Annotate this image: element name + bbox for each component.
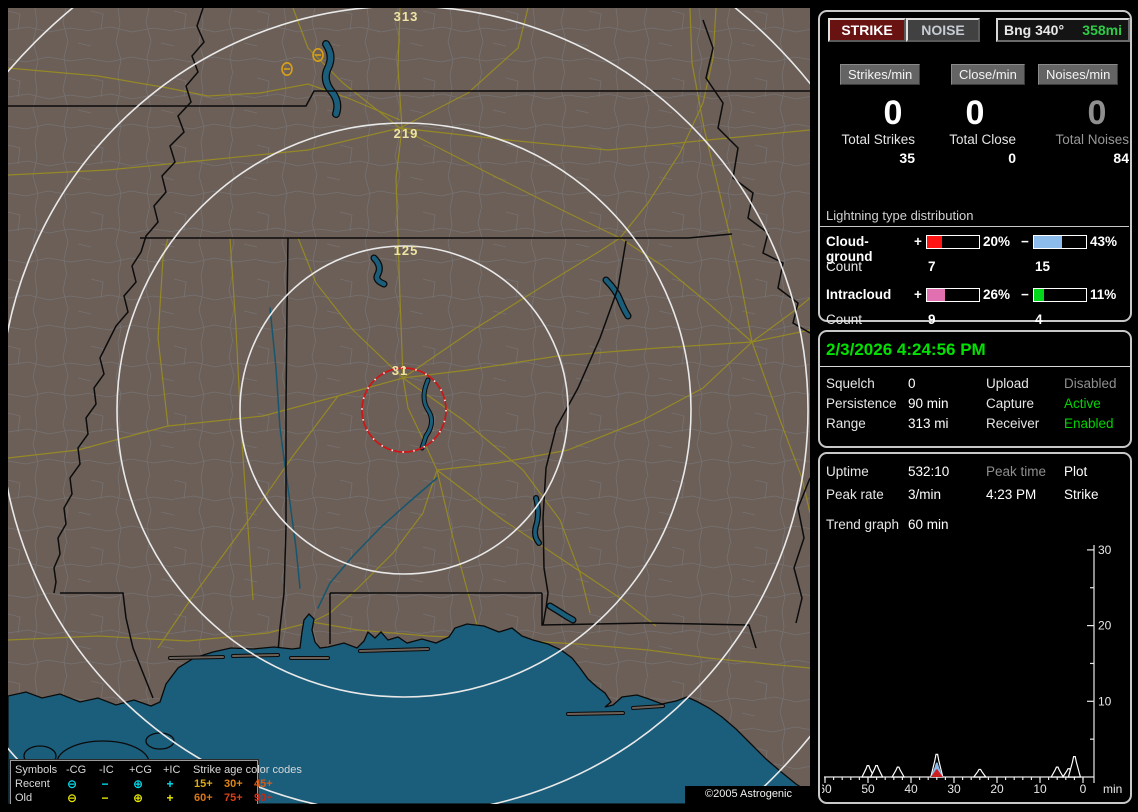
plot-mode-label: Plot — [1064, 464, 1088, 479]
uptime-label: Uptime — [826, 464, 869, 479]
recent-pic-icon: + — [166, 777, 174, 791]
ic-negative-bar — [1033, 288, 1087, 302]
svg-text:20: 20 — [990, 782, 1004, 796]
capture-status: Active — [1064, 396, 1101, 411]
old-pic-icon: + — [166, 791, 174, 804]
svg-text:40: 40 — [904, 782, 918, 796]
svg-text:0: 0 — [1080, 782, 1087, 796]
strikes-per-min-value: 0 — [883, 94, 903, 132]
recent-ncg-icon: ⊖ — [66, 777, 78, 791]
receiver-label: Receiver — [986, 416, 1040, 431]
ring-label-313: 313 — [394, 9, 419, 24]
svg-text:60: 60 — [822, 782, 832, 796]
svg-text:30: 30 — [947, 782, 961, 796]
total-noises: Total Noises 84 — [1055, 132, 1129, 166]
trend-peak-strikes-total — [1050, 766, 1065, 778]
age-30: 30+ — [224, 778, 243, 790]
cg-negative-bar — [1033, 235, 1087, 249]
trend-peak-strikes-total — [1067, 755, 1082, 778]
lightning-map[interactable]: 313 219 125 31 Symbols -CG -IC +CG +IC S… — [8, 8, 810, 804]
squelch-label: Squelch — [826, 376, 875, 391]
noises-per-min-value: 0 — [1087, 94, 1107, 132]
receiver-status: Enabled — [1064, 416, 1114, 431]
bearing-label: Bng 340° — [1004, 22, 1065, 38]
upload-status: Disabled — [1064, 376, 1117, 391]
peak-time-value: 4:23 PM — [986, 487, 1037, 502]
bearing-display: Bng 340° 358mi — [996, 18, 1130, 42]
ring-label-219: 219 — [394, 126, 419, 141]
legend-col-pcg: +CG — [129, 764, 152, 776]
upload-label: Upload — [986, 376, 1029, 391]
legend-col-nic: -IC — [99, 764, 114, 776]
old-ncg-icon: ⊖ — [66, 791, 78, 804]
copyright-notice: ©2005 Astrogenic Systems — [685, 786, 810, 804]
legend-row-old: Old — [15, 792, 33, 804]
stats-section: STRIKE NOISE Bng 340° 358mi Strikes/min … — [818, 10, 1132, 327]
old-nic-icon: − — [101, 791, 109, 804]
capture-label: Capture — [986, 396, 1035, 411]
legend-row-recent: Recent — [15, 778, 50, 790]
uptime-value: 532:10 — [908, 464, 950, 479]
peak-rate-label: Peak rate — [826, 487, 884, 502]
ring-label-31: 31 — [392, 363, 408, 378]
age-90: 90+ — [254, 792, 273, 804]
cg-positive-bar — [926, 235, 980, 249]
persistence-label: Persistence — [826, 396, 897, 411]
svg-text:min: min — [1103, 782, 1122, 796]
recent-nic-icon: − — [101, 777, 109, 791]
strike-toggle-button[interactable]: STRIKE — [828, 18, 906, 42]
ic-positive-bar — [926, 288, 980, 302]
map-canvas: 313 219 125 31 — [8, 8, 810, 804]
peak-rate-value: 3/min — [908, 487, 942, 502]
age-60: 60+ — [194, 792, 213, 804]
current-datetime: 2/3/2026 4:24:56 PM — [826, 340, 986, 359]
close-per-min-value: 0 — [965, 94, 985, 132]
divider — [820, 366, 1130, 367]
close-per-min-chip: Close/min — [951, 64, 1025, 85]
trend-peak-strikes-total — [869, 765, 884, 778]
persistence-value: 90 min — [908, 396, 949, 411]
svg-text:50: 50 — [861, 782, 875, 796]
trend-section: Uptime 532:10 Peak time Plot Peak rate 3… — [818, 452, 1132, 804]
age-75: 75+ — [224, 792, 243, 804]
age-15: 15+ — [194, 778, 213, 790]
ring-label-125: 125 — [394, 243, 419, 258]
status-section: 2/3/2026 4:24:56 PM Squelch 0 Upload Dis… — [818, 330, 1132, 448]
noises-per-min-chip: Noises/min — [1038, 64, 1119, 85]
squelch-value: 0 — [908, 376, 916, 391]
legend-col-pic: +IC — [163, 764, 181, 776]
trend-graph-window: 60 min — [908, 517, 949, 532]
trend-graph-label: Trend graph — [826, 517, 900, 532]
plot-mode-value: Strike — [1064, 487, 1099, 502]
peak-time-label: Peak time — [986, 464, 1047, 479]
strikes-per-min-chip: Strikes/min — [840, 64, 921, 85]
strike-trend-chart: 60 50 40 30 20 10 0 min 10 20 30 — [822, 543, 1122, 796]
legend-col-ncg: -CG — [66, 764, 87, 776]
svg-text:10: 10 — [1033, 782, 1047, 796]
svg-text:20: 20 — [1098, 619, 1112, 633]
range-value: 313 mi — [908, 416, 949, 431]
distribution-title: Lightning type distribution — [826, 208, 974, 223]
trend-peak-strikes-total — [972, 768, 987, 778]
total-close: Total Close 0 — [949, 132, 1016, 166]
bearing-range: 358mi — [1082, 22, 1122, 38]
svg-text:10: 10 — [1098, 694, 1112, 708]
old-pcg-icon: ⊕ — [132, 791, 144, 804]
divider — [820, 226, 1129, 227]
total-strikes: Total Strikes 35 — [841, 132, 915, 166]
legend-age-header: Strike age color codes — [193, 764, 302, 776]
symbols-legend: Symbols -CG -IC +CG +IC Strike age color… — [10, 760, 302, 804]
noise-toggle-button[interactable]: NOISE — [906, 18, 980, 42]
svg-text:30: 30 — [1098, 543, 1112, 557]
recent-pcg-icon: ⊕ — [132, 777, 144, 791]
trend-peak-strikes-total — [891, 766, 906, 778]
range-label: Range — [826, 416, 866, 431]
age-45: 45+ — [254, 778, 273, 790]
legend-symbols-header: Symbols — [15, 764, 58, 776]
